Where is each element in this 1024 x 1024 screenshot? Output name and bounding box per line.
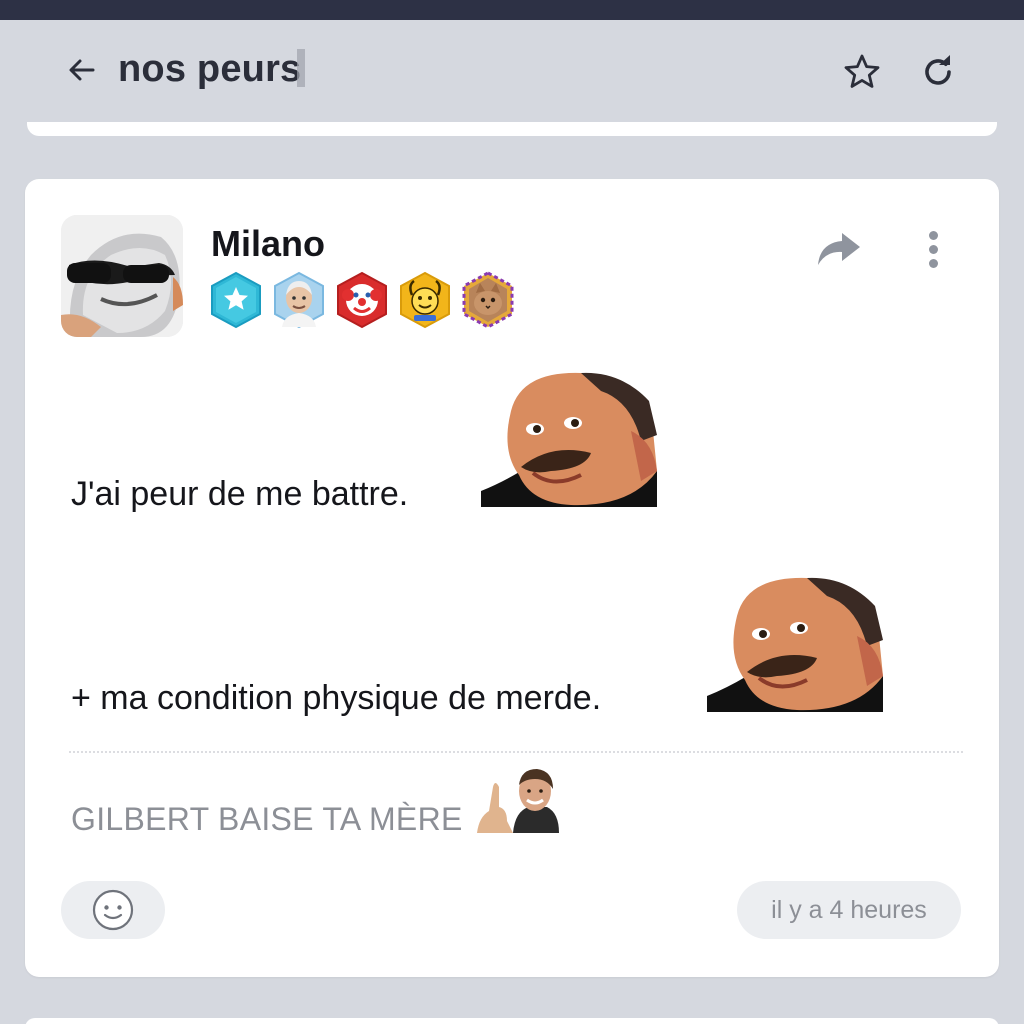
middle-finger-sticker — [477, 769, 559, 833]
page-title-text: nos peurs — [118, 48, 302, 90]
star-icon — [844, 54, 880, 88]
author-name[interactable]: Milano — [211, 223, 325, 265]
star-badge-icon[interactable] — [209, 271, 263, 329]
post-card: Milano J'ai peur de me battre. + ma cond… — [25, 179, 999, 977]
back-button[interactable] — [62, 50, 102, 90]
refresh-icon — [925, 55, 951, 85]
post-signature: GILBERT BAISE TA MÈRE — [71, 801, 463, 837]
more-vertical-icon-dot — [928, 258, 938, 268]
page-title: nos peurs — [118, 48, 306, 91]
reaction-button[interactable] — [61, 881, 165, 939]
more-options-button[interactable] — [915, 225, 951, 273]
old-man-badge-icon[interactable] — [272, 271, 326, 329]
cat-badge-icon[interactable] — [461, 271, 515, 329]
badge-list — [209, 271, 515, 329]
favorite-button[interactable] — [840, 50, 884, 94]
signature-divider — [69, 751, 963, 753]
laughing-man-sticker — [481, 372, 657, 507]
share-button[interactable] — [815, 227, 863, 271]
post-timestamp: il y a 4 heures — [737, 881, 961, 939]
status-strip — [0, 0, 1024, 20]
refresh-button[interactable] — [916, 50, 960, 94]
share-icon — [818, 233, 860, 265]
happy-face-badge-icon[interactable] — [398, 271, 452, 329]
arrow-left-icon — [69, 59, 95, 81]
more-vertical-icon-dot — [928, 244, 938, 254]
smiley-icon — [92, 889, 134, 931]
clown-badge-icon[interactable] — [335, 271, 389, 329]
post-body-line: J'ai peur de me battre. — [71, 475, 409, 513]
text-caret — [297, 49, 306, 87]
top-bar: nos peurs — [0, 20, 1024, 120]
more-vertical-icon — [928, 230, 938, 240]
post-body-line: + ma condition physique de merde. — [71, 679, 602, 717]
header-divider — [27, 122, 997, 136]
author-avatar[interactable] — [61, 215, 183, 337]
avatar-sunglasses-face — [61, 215, 183, 337]
next-post-card — [25, 1018, 999, 1024]
laughing-man-sticker — [707, 577, 883, 712]
